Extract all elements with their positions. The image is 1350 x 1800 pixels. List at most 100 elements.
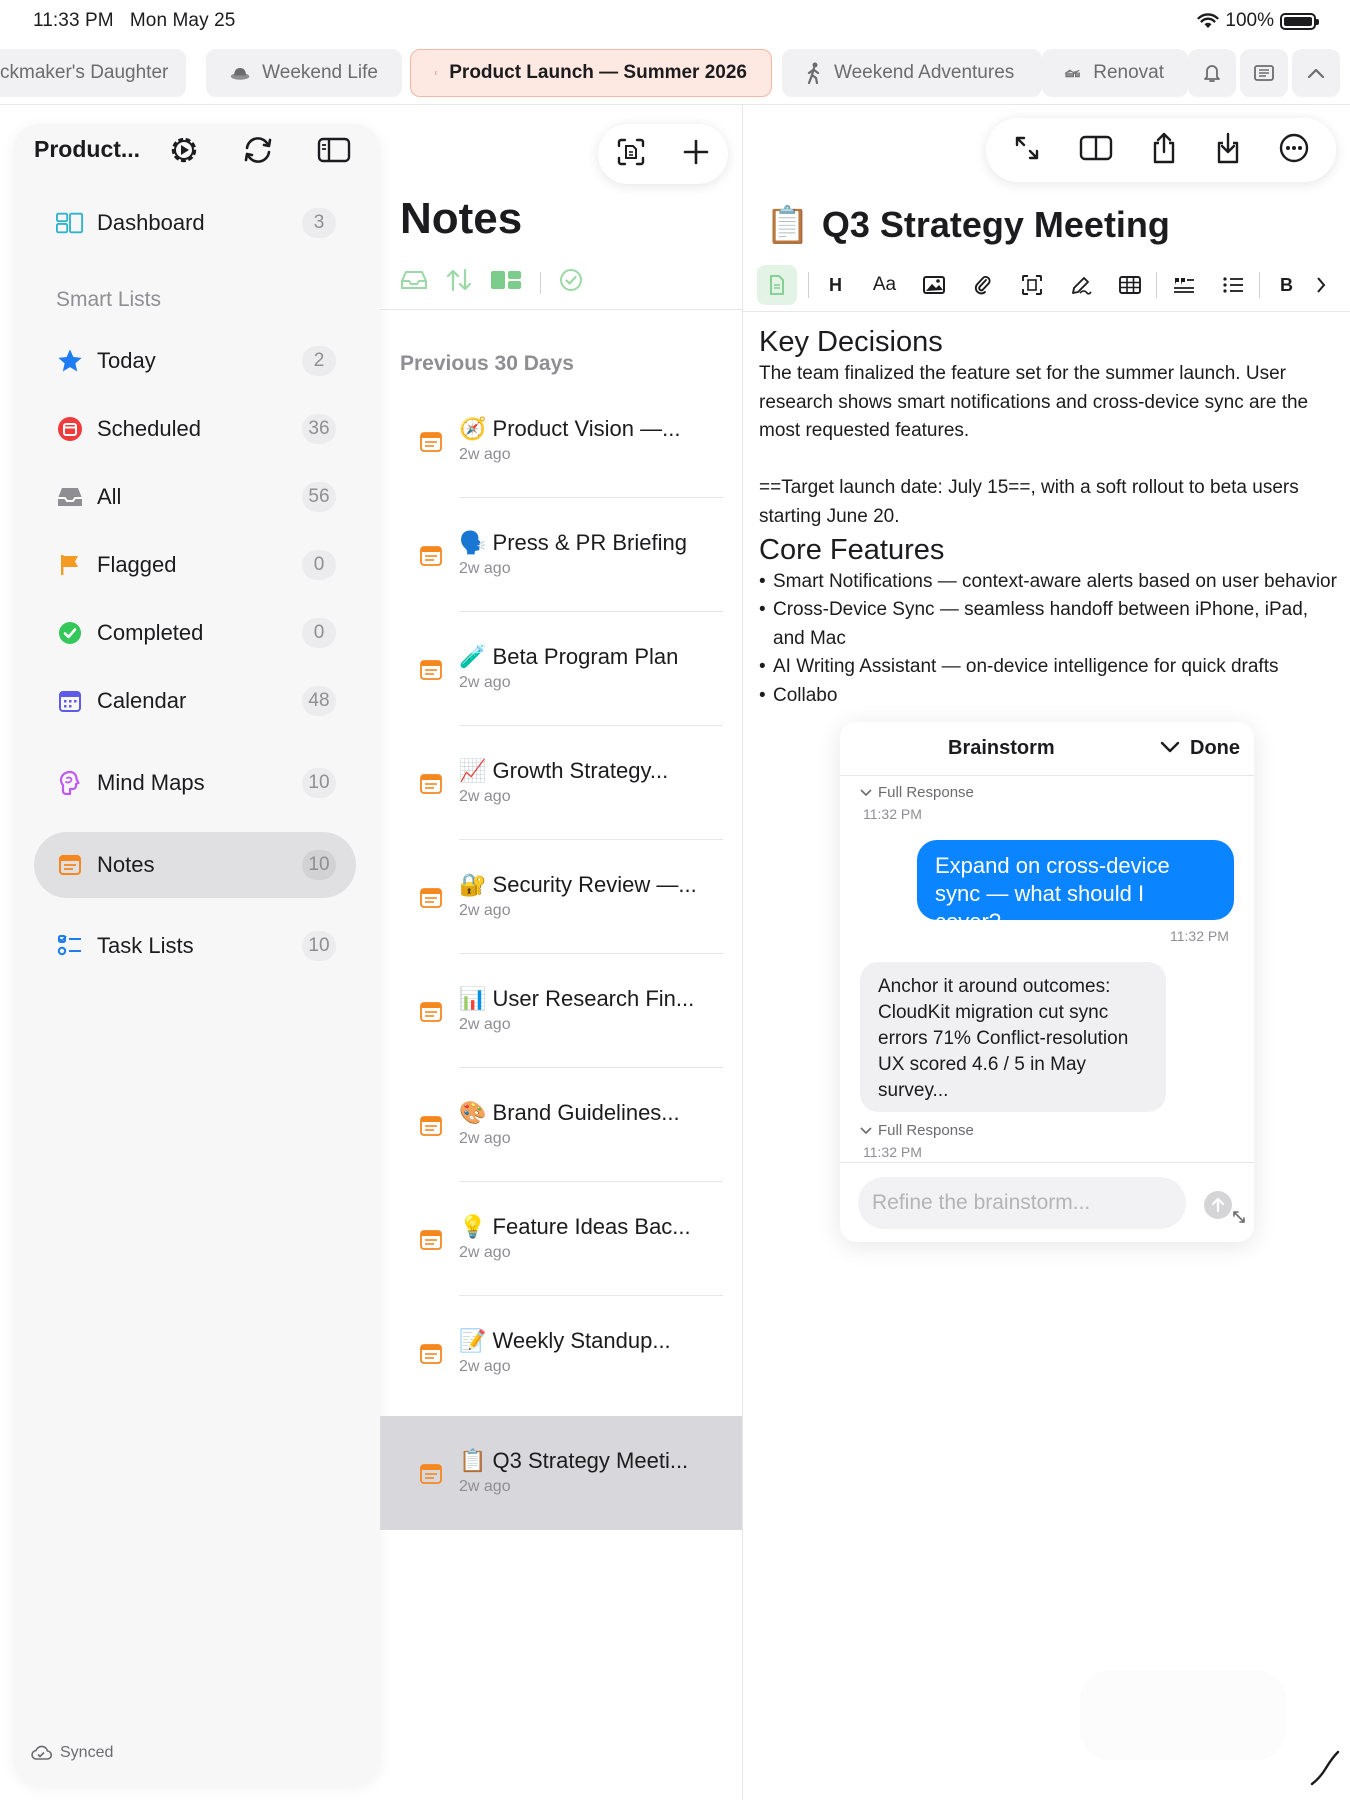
note-icon — [420, 660, 442, 680]
tab-product-launch[interactable]: Product Launch — Summer 2026 — [410, 49, 772, 97]
show-completed-button[interactable] — [559, 268, 583, 297]
bullet-item: Cross-Device Sync — seamless handoff bet… — [759, 596, 1344, 653]
count-badge: 0 — [302, 550, 336, 580]
insert-table-button[interactable] — [1105, 265, 1154, 305]
sidebar-item-mind-maps[interactable]: Mind Maps 10 — [34, 750, 356, 816]
tab-label: Weekend Adventures — [834, 62, 1015, 83]
resize-handle[interactable] — [1232, 1210, 1246, 1229]
toggle-sidebar-button[interactable] — [314, 130, 354, 170]
full-response-toggle[interactable]: Full Response — [860, 1122, 974, 1139]
notes-toolbar — [598, 124, 728, 184]
tab-weekend-adventures[interactable]: Weekend Adventures — [782, 49, 1042, 97]
count-badge: 56 — [302, 482, 336, 512]
note-row[interactable]: 🗣️ Press & PR Briefing 2w ago — [380, 498, 743, 612]
sidebar-item-dashboard[interactable]: Dashboard 3 — [34, 190, 356, 256]
house-icon — [1064, 69, 1080, 78]
sidebar-title[interactable]: Product... — [34, 136, 140, 163]
tab-clockmakers-daughter[interactable]: ckmaker's Daughter — [0, 49, 186, 97]
tab-weekend-life[interactable]: Weekend Life — [206, 49, 402, 97]
checkmark-icon — [56, 619, 84, 647]
arrow-up-icon — [1211, 1197, 1225, 1213]
tray-icon — [56, 483, 84, 511]
scan-text-button[interactable] — [1007, 265, 1056, 305]
collapse-tabs-button[interactable] — [1292, 49, 1340, 97]
text-style-button[interactable]: Aa — [860, 265, 909, 305]
note-row[interactable]: 📈 Growth Strategy... 2w ago — [380, 726, 743, 840]
bold-button[interactable]: B — [1262, 265, 1311, 305]
note-title: 💡 Feature Ideas Bac... — [459, 1214, 691, 1239]
count-badge: 36 — [302, 414, 336, 444]
sort-button[interactable] — [446, 268, 472, 297]
new-note-button[interactable] — [682, 138, 710, 171]
note-row[interactable]: 🔐 Security Review —... 2w ago — [380, 840, 743, 954]
ellipsis-circle-icon — [1279, 133, 1309, 162]
settings-button[interactable] — [164, 130, 204, 170]
calendar-icon — [56, 687, 84, 715]
user-message-bubble: Expand on cross-device sync — what shoul… — [917, 840, 1234, 934]
sidebar-item-label: Calendar — [97, 688, 187, 713]
sidebar-item-flagged[interactable]: Flagged 0 — [34, 532, 356, 598]
sync-button[interactable] — [238, 130, 278, 170]
notifications-button[interactable] — [1188, 49, 1236, 97]
note-row-selected[interactable]: 📋 Q3 Strategy Meeti... 2w ago — [380, 1416, 743, 1530]
note-row[interactable]: 📝 Weekly Standup... 2w ago — [380, 1296, 743, 1410]
note-time: 2w ago — [459, 902, 511, 919]
inbox-filter-button[interactable] — [400, 269, 428, 296]
more-format-button[interactable] — [1311, 265, 1331, 305]
note-row[interactable]: 🧭 Product Vision —... 2w ago — [380, 384, 743, 498]
done-button[interactable]: Done — [1190, 737, 1240, 760]
download-icon — [1217, 132, 1239, 163]
insert-image-button[interactable] — [909, 265, 958, 305]
share-button[interactable] — [1151, 132, 1177, 169]
sidebar-item-label: Completed — [97, 620, 204, 645]
sidebar-item-all[interactable]: All 56 — [34, 464, 356, 530]
view-mode-button[interactable] — [490, 269, 522, 296]
note-title-heading[interactable]: 📋 Q3 Strategy Meeting — [765, 204, 1170, 246]
checklist-icon — [56, 932, 84, 960]
attach-button[interactable] — [958, 265, 1007, 305]
heading-core-features: Core Features — [759, 533, 945, 566]
full-response-label: Full Response — [878, 1122, 974, 1139]
sidebar-item-calendar[interactable]: Calendar 48 — [34, 668, 356, 734]
note-time: 2w ago — [459, 1130, 511, 1147]
sort-icon — [446, 268, 472, 292]
markup-button[interactable] — [1056, 265, 1105, 305]
sidebar-item-completed[interactable]: Completed 0 — [34, 600, 356, 666]
battery-icon — [1280, 12, 1319, 30]
heading-button[interactable]: H — [811, 265, 860, 305]
refine-input[interactable] — [858, 1177, 1186, 1229]
quote-icon — [1173, 278, 1194, 293]
format-toolbar: H Aa B — [757, 260, 1350, 310]
save-button[interactable] — [1215, 132, 1241, 169]
wifi-icon — [1197, 13, 1219, 28]
note-row[interactable]: 📊 User Research Fin... 2w ago — [380, 954, 743, 1068]
note-row[interactable]: 🧪 Beta Program Plan 2w ago — [380, 612, 743, 726]
collapse-button[interactable] — [1160, 740, 1180, 759]
note-row[interactable]: 💡 Feature Ideas Bac... 2w ago — [380, 1182, 743, 1296]
notebook-icon — [435, 71, 438, 75]
more-button[interactable] — [1279, 133, 1309, 168]
scan-document-button[interactable] — [616, 137, 646, 172]
document-format-button[interactable] — [757, 265, 797, 305]
sidebar-item-notes[interactable]: Notes 10 — [34, 832, 356, 898]
fullscreen-button[interactable] — [1013, 134, 1041, 167]
sidebar-item-today[interactable]: Today 2 — [34, 328, 356, 394]
tab-label: Product Launch — Summer 2026 — [449, 62, 747, 83]
sidebar-item-scheduled[interactable]: Scheduled 36 — [34, 396, 356, 462]
sidebar-item-label: Dashboard — [97, 210, 205, 235]
block-quote-button[interactable] — [1159, 265, 1208, 305]
note-row[interactable]: 🎨 Brand Guidelines... 2w ago — [380, 1068, 743, 1182]
send-button[interactable] — [1204, 1191, 1232, 1219]
full-response-toggle[interactable]: Full Response — [860, 784, 974, 801]
bullet-list-button[interactable] — [1208, 265, 1257, 305]
sync-label: Synced — [60, 1744, 114, 1761]
tab-renovation[interactable]: Renovat — [1042, 49, 1188, 97]
split-view-button[interactable] — [1079, 135, 1113, 166]
note-icon — [420, 432, 442, 452]
reader-button[interactable] — [1240, 49, 1288, 97]
note-body[interactable]: Key Decisions The team finalized the fea… — [759, 324, 1344, 711]
sidebar-item-task-lists[interactable]: Task Lists 10 — [34, 913, 356, 979]
sidebar-item-label: Notes — [97, 852, 155, 877]
scan-icon — [617, 138, 645, 165]
